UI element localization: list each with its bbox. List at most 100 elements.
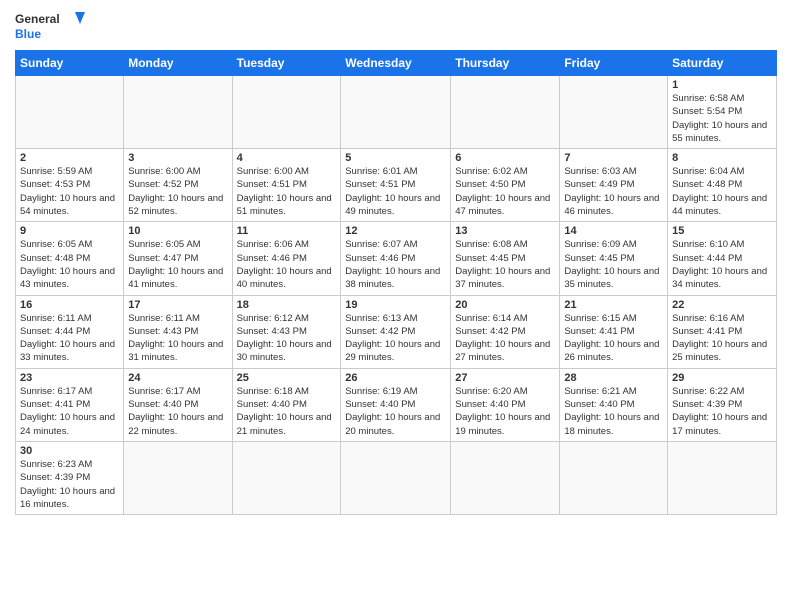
calendar-cell: 14Sunrise: 6:09 AM Sunset: 4:45 PM Dayli…	[560, 222, 668, 295]
svg-text:General: General	[15, 12, 60, 26]
day-info: Sunrise: 6:16 AM Sunset: 4:41 PM Dayligh…	[672, 312, 772, 365]
day-number: 6	[455, 152, 555, 164]
calendar-cell: 13Sunrise: 6:08 AM Sunset: 4:45 PM Dayli…	[451, 222, 560, 295]
calendar-cell	[341, 76, 451, 149]
day-number: 24	[128, 372, 227, 384]
day-info: Sunrise: 6:05 AM Sunset: 4:47 PM Dayligh…	[128, 238, 227, 291]
day-info: Sunrise: 6:02 AM Sunset: 4:50 PM Dayligh…	[455, 165, 555, 218]
calendar-cell: 11Sunrise: 6:06 AM Sunset: 4:46 PM Dayli…	[232, 222, 341, 295]
day-info: Sunrise: 6:17 AM Sunset: 4:41 PM Dayligh…	[20, 385, 119, 438]
calendar-cell: 20Sunrise: 6:14 AM Sunset: 4:42 PM Dayli…	[451, 295, 560, 368]
day-number: 15	[672, 225, 772, 237]
day-number: 19	[345, 299, 446, 311]
calendar-table: SundayMondayTuesdayWednesdayThursdayFrid…	[15, 50, 777, 515]
day-info: Sunrise: 6:11 AM Sunset: 4:43 PM Dayligh…	[128, 312, 227, 365]
calendar-cell: 28Sunrise: 6:21 AM Sunset: 4:40 PM Dayli…	[560, 368, 668, 441]
day-info: Sunrise: 6:08 AM Sunset: 4:45 PM Dayligh…	[455, 238, 555, 291]
calendar-header-wednesday: Wednesday	[341, 51, 451, 76]
day-info: Sunrise: 6:21 AM Sunset: 4:40 PM Dayligh…	[564, 385, 663, 438]
calendar-header-monday: Monday	[124, 51, 232, 76]
calendar-cell	[560, 441, 668, 514]
day-number: 9	[20, 225, 119, 237]
calendar-cell	[124, 441, 232, 514]
calendar-week-row: 23Sunrise: 6:17 AM Sunset: 4:41 PM Dayli…	[16, 368, 777, 441]
day-number: 11	[237, 225, 337, 237]
day-info: Sunrise: 6:01 AM Sunset: 4:51 PM Dayligh…	[345, 165, 446, 218]
day-number: 17	[128, 299, 227, 311]
calendar-header-saturday: Saturday	[668, 51, 777, 76]
calendar-cell: 18Sunrise: 6:12 AM Sunset: 4:43 PM Dayli…	[232, 295, 341, 368]
day-info: Sunrise: 6:09 AM Sunset: 4:45 PM Dayligh…	[564, 238, 663, 291]
calendar-cell: 2Sunrise: 5:59 AM Sunset: 4:53 PM Daylig…	[16, 149, 124, 222]
day-info: Sunrise: 6:20 AM Sunset: 4:40 PM Dayligh…	[455, 385, 555, 438]
calendar-cell: 3Sunrise: 6:00 AM Sunset: 4:52 PM Daylig…	[124, 149, 232, 222]
day-info: Sunrise: 6:58 AM Sunset: 5:54 PM Dayligh…	[672, 92, 772, 145]
generalblue-logo-icon: General Blue	[15, 10, 85, 42]
day-info: Sunrise: 6:11 AM Sunset: 4:44 PM Dayligh…	[20, 312, 119, 365]
day-number: 23	[20, 372, 119, 384]
calendar-cell: 17Sunrise: 6:11 AM Sunset: 4:43 PM Dayli…	[124, 295, 232, 368]
calendar-cell: 22Sunrise: 6:16 AM Sunset: 4:41 PM Dayli…	[668, 295, 777, 368]
calendar-week-row: 30Sunrise: 6:23 AM Sunset: 4:39 PM Dayli…	[16, 441, 777, 514]
day-info: Sunrise: 5:59 AM Sunset: 4:53 PM Dayligh…	[20, 165, 119, 218]
calendar-header-sunday: Sunday	[16, 51, 124, 76]
day-info: Sunrise: 6:07 AM Sunset: 4:46 PM Dayligh…	[345, 238, 446, 291]
calendar-week-row: 2Sunrise: 5:59 AM Sunset: 4:53 PM Daylig…	[16, 149, 777, 222]
calendar-cell: 16Sunrise: 6:11 AM Sunset: 4:44 PM Dayli…	[16, 295, 124, 368]
calendar-cell: 23Sunrise: 6:17 AM Sunset: 4:41 PM Dayli…	[16, 368, 124, 441]
calendar-cell: 10Sunrise: 6:05 AM Sunset: 4:47 PM Dayli…	[124, 222, 232, 295]
calendar-cell: 21Sunrise: 6:15 AM Sunset: 4:41 PM Dayli…	[560, 295, 668, 368]
day-number: 7	[564, 152, 663, 164]
day-number: 16	[20, 299, 119, 311]
day-number: 25	[237, 372, 337, 384]
day-number: 28	[564, 372, 663, 384]
calendar-cell	[124, 76, 232, 149]
calendar-cell: 19Sunrise: 6:13 AM Sunset: 4:42 PM Dayli…	[341, 295, 451, 368]
calendar-cell	[232, 76, 341, 149]
calendar-week-row: 9Sunrise: 6:05 AM Sunset: 4:48 PM Daylig…	[16, 222, 777, 295]
calendar-cell	[16, 76, 124, 149]
calendar-cell: 27Sunrise: 6:20 AM Sunset: 4:40 PM Dayli…	[451, 368, 560, 441]
calendar-cell	[232, 441, 341, 514]
day-info: Sunrise: 6:10 AM Sunset: 4:44 PM Dayligh…	[672, 238, 772, 291]
calendar-cell: 6Sunrise: 6:02 AM Sunset: 4:50 PM Daylig…	[451, 149, 560, 222]
day-info: Sunrise: 6:22 AM Sunset: 4:39 PM Dayligh…	[672, 385, 772, 438]
calendar-cell: 29Sunrise: 6:22 AM Sunset: 4:39 PM Dayli…	[668, 368, 777, 441]
calendar-cell	[560, 76, 668, 149]
calendar-cell: 30Sunrise: 6:23 AM Sunset: 4:39 PM Dayli…	[16, 441, 124, 514]
day-number: 18	[237, 299, 337, 311]
calendar-week-row: 16Sunrise: 6:11 AM Sunset: 4:44 PM Dayli…	[16, 295, 777, 368]
day-number: 30	[20, 445, 119, 457]
day-info: Sunrise: 6:23 AM Sunset: 4:39 PM Dayligh…	[20, 458, 119, 511]
day-info: Sunrise: 6:17 AM Sunset: 4:40 PM Dayligh…	[128, 385, 227, 438]
day-info: Sunrise: 6:14 AM Sunset: 4:42 PM Dayligh…	[455, 312, 555, 365]
day-info: Sunrise: 6:19 AM Sunset: 4:40 PM Dayligh…	[345, 385, 446, 438]
calendar-cell: 26Sunrise: 6:19 AM Sunset: 4:40 PM Dayli…	[341, 368, 451, 441]
page: General Blue SundayMondayTuesdayWednesda…	[0, 0, 792, 612]
day-info: Sunrise: 6:12 AM Sunset: 4:43 PM Dayligh…	[237, 312, 337, 365]
calendar-cell: 9Sunrise: 6:05 AM Sunset: 4:48 PM Daylig…	[16, 222, 124, 295]
day-number: 14	[564, 225, 663, 237]
calendar-header-row: SundayMondayTuesdayWednesdayThursdayFrid…	[16, 51, 777, 76]
calendar-cell	[341, 441, 451, 514]
calendar-cell: 25Sunrise: 6:18 AM Sunset: 4:40 PM Dayli…	[232, 368, 341, 441]
day-number: 20	[455, 299, 555, 311]
svg-text:Blue: Blue	[15, 27, 41, 41]
day-number: 13	[455, 225, 555, 237]
calendar-cell	[451, 76, 560, 149]
calendar-cell	[668, 441, 777, 514]
day-number: 29	[672, 372, 772, 384]
calendar-cell: 8Sunrise: 6:04 AM Sunset: 4:48 PM Daylig…	[668, 149, 777, 222]
day-number: 21	[564, 299, 663, 311]
day-number: 10	[128, 225, 227, 237]
day-number: 12	[345, 225, 446, 237]
day-number: 1	[672, 79, 772, 91]
calendar-week-row: 1Sunrise: 6:58 AM Sunset: 5:54 PM Daylig…	[16, 76, 777, 149]
day-number: 5	[345, 152, 446, 164]
day-info: Sunrise: 6:06 AM Sunset: 4:46 PM Dayligh…	[237, 238, 337, 291]
calendar-header-tuesday: Tuesday	[232, 51, 341, 76]
day-info: Sunrise: 6:05 AM Sunset: 4:48 PM Dayligh…	[20, 238, 119, 291]
day-number: 4	[237, 152, 337, 164]
day-number: 2	[20, 152, 119, 164]
calendar-cell: 1Sunrise: 6:58 AM Sunset: 5:54 PM Daylig…	[668, 76, 777, 149]
